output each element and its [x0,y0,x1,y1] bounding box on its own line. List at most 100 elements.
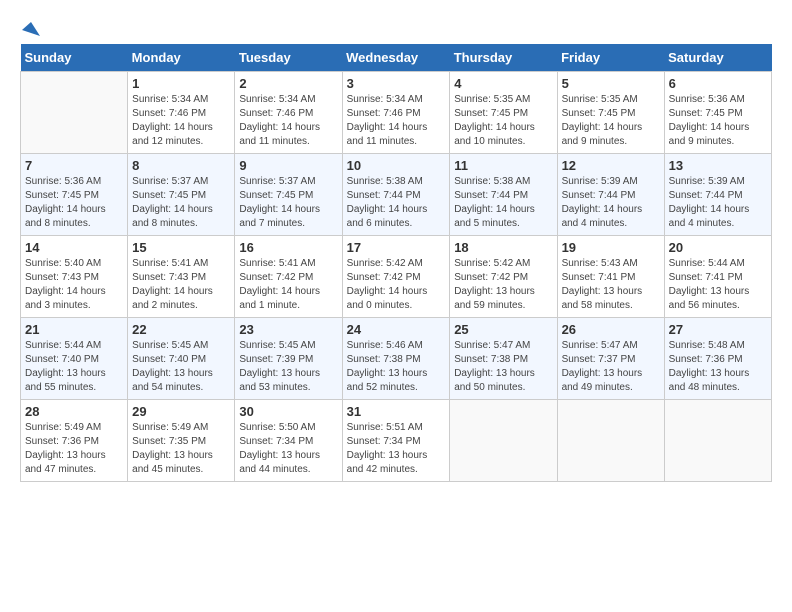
calendar-cell: 16 Sunrise: 5:41 AMSunset: 7:42 PMDayligh… [235,236,342,318]
calendar-cell: 3 Sunrise: 5:34 AMSunset: 7:46 PMDaylight… [342,72,450,154]
calendar-cell: 12 Sunrise: 5:39 AMSunset: 7:44 PMDayligh… [557,154,664,236]
day-info: Sunrise: 5:39 AMSunset: 7:44 PMDaylight:… [562,175,660,231]
day-number: 30 [239,404,337,419]
day-info: Sunrise: 5:34 AMSunset: 7:46 PMDaylight:… [347,93,446,149]
day-info: Sunrise: 5:44 AMSunset: 7:40 PMDaylight:… [25,339,123,395]
calendar-cell: 19Sunrise: 5:43 AMSunset: 7:41 PMDayligh… [557,236,664,318]
day-number: 10 [347,158,446,173]
day-info: Sunrise: 5:36 AMSunset: 7:45 PMDaylight:… [669,93,767,149]
day-number: 22 [132,322,230,337]
day-info: Sunrise: 5:44 AMSunset: 7:41 PMDaylight:… [669,257,767,313]
day-number: 19 [562,240,660,255]
day-info: Sunrise: 5:50 AMSunset: 7:34 PMDaylight:… [239,421,337,477]
day-info: Sunrise: 5:48 AMSunset: 7:36 PMDaylight:… [669,339,767,395]
day-info: Sunrise: 5:47 AMSunset: 7:37 PMDaylight:… [562,339,660,395]
column-header-saturday: Saturday [664,44,771,72]
calendar-header-row: SundayMondayTuesdayWednesdayThursdayFrid… [21,44,772,72]
calendar-cell: 1Sunrise: 5:34 AMSunset: 7:46 PMDaylight… [128,72,235,154]
calendar-cell: 26 Sunrise: 5:47 AMSunset: 7:37 PMDayligh… [557,318,664,400]
day-number: 18 [454,240,552,255]
calendar-cell: 31Sunrise: 5:51 AMSunset: 7:34 PMDayligh… [342,400,450,482]
calendar-week-row: 14 Sunrise: 5:40 AMSunset: 7:43 PMDayligh… [21,236,772,318]
logo-bird-icon [22,20,40,38]
day-info: Sunrise: 5:40 AMSunset: 7:43 PMDaylight:… [25,257,123,313]
calendar-cell: 6 Sunrise: 5:36 AMSunset: 7:45 PMDaylight… [664,72,771,154]
day-info: Sunrise: 5:34 AMSunset: 7:46 PMDaylight:… [239,93,337,149]
day-number: 11 [454,158,552,173]
day-number: 2 [239,76,337,91]
day-info: Sunrise: 5:41 AMSunset: 7:42 PMDaylight:… [239,257,337,313]
day-number: 3 [347,76,446,91]
calendar-week-row: 1Sunrise: 5:34 AMSunset: 7:46 PMDaylight… [21,72,772,154]
day-info: Sunrise: 5:39 AMSunset: 7:44 PMDaylight:… [669,175,767,231]
calendar-cell: 15Sunrise: 5:41 AMSunset: 7:43 PMDayligh… [128,236,235,318]
calendar-week-row: 21 Sunrise: 5:44 AMSunset: 7:40 PMDayligh… [21,318,772,400]
calendar-cell: 5Sunrise: 5:35 AMSunset: 7:45 PMDaylight… [557,72,664,154]
day-number: 16 [239,240,337,255]
calendar-cell [450,400,557,482]
day-info: Sunrise: 5:46 AMSunset: 7:38 PMDaylight:… [347,339,446,395]
day-number: 15 [132,240,230,255]
column-header-tuesday: Tuesday [235,44,342,72]
day-number: 8 [132,158,230,173]
calendar-cell: 18 Sunrise: 5:42 AMSunset: 7:42 PMDayligh… [450,236,557,318]
column-header-sunday: Sunday [21,44,128,72]
calendar-cell [21,72,128,154]
day-number: 14 [25,240,123,255]
day-info: Sunrise: 5:45 AMSunset: 7:40 PMDaylight:… [132,339,230,395]
day-number: 26 [562,322,660,337]
calendar-cell: 8Sunrise: 5:37 AMSunset: 7:45 PMDaylight… [128,154,235,236]
day-info: Sunrise: 5:38 AMSunset: 7:44 PMDaylight:… [347,175,446,231]
day-info: Sunrise: 5:38 AMSunset: 7:44 PMDaylight:… [454,175,552,231]
day-number: 12 [562,158,660,173]
day-info: Sunrise: 5:35 AMSunset: 7:45 PMDaylight:… [562,93,660,149]
calendar-cell: 9Sunrise: 5:37 AMSunset: 7:45 PMDaylight… [235,154,342,236]
day-number: 13 [669,158,767,173]
day-number: 25 [454,322,552,337]
calendar-cell: 13 Sunrise: 5:39 AMSunset: 7:44 PMDayligh… [664,154,771,236]
calendar-cell [557,400,664,482]
day-info: Sunrise: 5:34 AMSunset: 7:46 PMDaylight:… [132,93,230,149]
day-info: Sunrise: 5:49 AMSunset: 7:36 PMDaylight:… [25,421,123,477]
day-number: 4 [454,76,552,91]
calendar-cell: 29 Sunrise: 5:49 AMSunset: 7:35 PMDayligh… [128,400,235,482]
calendar-cell: 20 Sunrise: 5:44 AMSunset: 7:41 PMDayligh… [664,236,771,318]
calendar-week-row: 7 Sunrise: 5:36 AMSunset: 7:45 PMDaylight… [21,154,772,236]
column-header-friday: Friday [557,44,664,72]
calendar-cell [664,400,771,482]
calendar-cell: 28 Sunrise: 5:49 AMSunset: 7:36 PMDayligh… [21,400,128,482]
day-number: 28 [25,404,123,419]
calendar-cell: 11 Sunrise: 5:38 AMSunset: 7:44 PMDayligh… [450,154,557,236]
calendar-cell: 22 Sunrise: 5:45 AMSunset: 7:40 PMDayligh… [128,318,235,400]
day-number: 6 [669,76,767,91]
day-info: Sunrise: 5:42 AMSunset: 7:42 PMDaylight:… [454,257,552,313]
calendar-cell: 10 Sunrise: 5:38 AMSunset: 7:44 PMDayligh… [342,154,450,236]
column-header-monday: Monday [128,44,235,72]
calendar-cell: 17Sunrise: 5:42 AMSunset: 7:42 PMDayligh… [342,236,450,318]
day-number: 24 [347,322,446,337]
day-number: 27 [669,322,767,337]
day-info: Sunrise: 5:47 AMSunset: 7:38 PMDaylight:… [454,339,552,395]
calendar-table: SundayMondayTuesdayWednesdayThursdayFrid… [20,44,772,482]
page-header [20,20,772,34]
day-info: Sunrise: 5:42 AMSunset: 7:42 PMDaylight:… [347,257,446,313]
day-number: 7 [25,158,123,173]
calendar-cell: 7 Sunrise: 5:36 AMSunset: 7:45 PMDaylight… [21,154,128,236]
calendar-cell: 24 Sunrise: 5:46 AMSunset: 7:38 PMDayligh… [342,318,450,400]
calendar-cell: 30 Sunrise: 5:50 AMSunset: 7:34 PMDayligh… [235,400,342,482]
day-info: Sunrise: 5:49 AMSunset: 7:35 PMDaylight:… [132,421,230,477]
calendar-cell: 4Sunrise: 5:35 AMSunset: 7:45 PMDaylight… [450,72,557,154]
calendar-cell: 2 Sunrise: 5:34 AMSunset: 7:46 PMDaylight… [235,72,342,154]
calendar-cell: 25 Sunrise: 5:47 AMSunset: 7:38 PMDayligh… [450,318,557,400]
calendar-cell: 14 Sunrise: 5:40 AMSunset: 7:43 PMDayligh… [21,236,128,318]
day-info: Sunrise: 5:36 AMSunset: 7:45 PMDaylight:… [25,175,123,231]
calendar-week-row: 28 Sunrise: 5:49 AMSunset: 7:36 PMDayligh… [21,400,772,482]
day-number: 9 [239,158,337,173]
day-number: 20 [669,240,767,255]
column-header-thursday: Thursday [450,44,557,72]
calendar-cell: 23Sunrise: 5:45 AMSunset: 7:39 PMDayligh… [235,318,342,400]
day-number: 31 [347,404,446,419]
day-number: 23 [239,322,337,337]
day-number: 21 [25,322,123,337]
day-number: 29 [132,404,230,419]
